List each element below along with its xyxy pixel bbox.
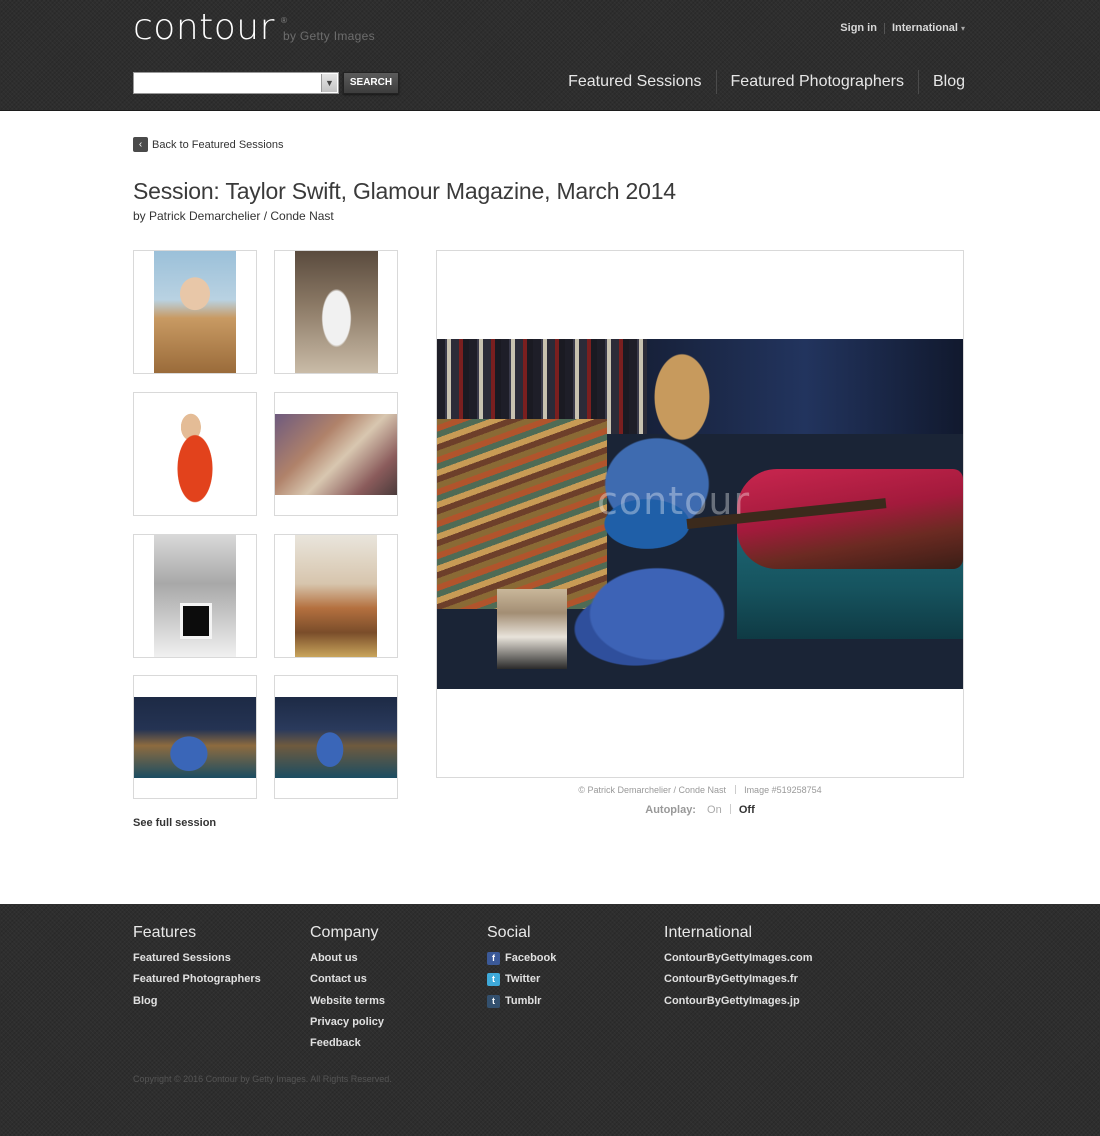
photo-thumbnail <box>295 251 378 373</box>
footer-link-jp[interactable]: ContourByGettyImages.jp <box>664 991 813 1012</box>
main-nav: Featured Sessions Featured Photographers… <box>554 70 965 94</box>
photo-thumbnail <box>154 535 236 657</box>
skirt-shape <box>547 539 767 689</box>
site-header: contour ® by Getty Images Sign in Intern… <box>0 0 1100 111</box>
footer-heading: Social <box>487 924 531 941</box>
sign-in-link[interactable]: Sign in <box>840 22 877 34</box>
nav-featured-sessions[interactable]: Featured Sessions <box>554 70 715 94</box>
nav-blog[interactable]: Blog <box>917 70 965 94</box>
search-dropdown-toggle[interactable]: ▼ <box>321 74 337 92</box>
image-viewer[interactable]: contour <box>436 250 964 778</box>
tumblr-icon: t <box>487 994 500 1008</box>
footer-link-about[interactable]: About us <box>310 948 385 969</box>
photo-thumbnail <box>134 697 256 778</box>
international-dropdown[interactable]: International <box>892 22 958 34</box>
footer-link-featured-photographers[interactable]: Featured Photographers <box>133 969 261 990</box>
thumbnail-1[interactable] <box>133 250 257 374</box>
page-title: Session: Taylor Swift, Glamour Magazine,… <box>133 178 676 204</box>
hair-shape <box>637 339 727 474</box>
photo-thumbnail <box>295 535 377 657</box>
footer-column-company: Company About us Contact us Website term… <box>310 924 385 1054</box>
chevron-down-icon: ▼ <box>325 78 334 88</box>
thumbnail-7[interactable] <box>133 675 257 799</box>
autoplay-control: Autoplay: On Off <box>436 804 964 816</box>
footer-link-website-terms[interactable]: Website terms <box>310 991 385 1012</box>
thumbnail-3[interactable] <box>133 392 257 516</box>
site-footer: Features Featured Sessions Featured Phot… <box>0 904 1100 1136</box>
footer-link-label: Twitter <box>505 973 541 986</box>
footer-heading: International <box>664 924 753 941</box>
contour-logo[interactable]: contour <box>133 6 275 50</box>
chevron-down-icon: ▾ <box>960 23 965 33</box>
polaroid-shape <box>180 603 212 639</box>
autoplay-off-toggle[interactable]: Off <box>739 804 755 816</box>
footer-link-com[interactable]: ContourByGettyImages.com <box>664 948 813 969</box>
twitter-icon: t <box>487 973 500 987</box>
thumbnail-8[interactable] <box>274 675 398 799</box>
back-link-label: Back to Featured Sessions <box>152 138 284 151</box>
search-button[interactable]: SEARCH <box>343 72 399 94</box>
thumbnail-5[interactable] <box>133 534 257 658</box>
footer-link-twitter[interactable]: t Twitter <box>487 969 556 990</box>
image-id: Image #519258754 <box>744 785 822 795</box>
divider <box>734 785 736 794</box>
facebook-icon: f <box>487 952 500 966</box>
chevron-left-icon: ‹ <box>133 137 148 152</box>
photo-thumbnail <box>275 697 397 778</box>
camera-shape <box>497 589 567 669</box>
image-caption: © Patrick Demarchelier / Conde Nast Imag… <box>436 785 964 795</box>
footer-link-contact[interactable]: Contact us <box>310 969 385 990</box>
divider <box>729 804 731 814</box>
back-link[interactable]: ‹ Back to Featured Sessions <box>133 137 283 152</box>
photo-credit: © Patrick Demarchelier / Conde Nast <box>578 785 727 795</box>
thumbnail-2[interactable] <box>274 250 398 374</box>
copyright-text: Copyright © 2016 Contour by Getty Images… <box>133 1074 392 1084</box>
nav-featured-photographers[interactable]: Featured Photographers <box>715 70 918 94</box>
photographer-byline: by Patrick Demarchelier / Conde Nast <box>133 209 334 223</box>
footer-link-tumblr[interactable]: t Tumblr <box>487 991 556 1012</box>
search-input[interactable]: ▼ <box>133 72 339 94</box>
footer-link-fr[interactable]: ContourByGettyImages.fr <box>664 969 813 990</box>
footer-link-privacy[interactable]: Privacy policy <box>310 1012 385 1033</box>
contour-watermark: contour <box>597 479 751 523</box>
footer-link-label: Facebook <box>505 952 557 964</box>
photo-thumbnail <box>154 251 236 373</box>
footer-link-facebook[interactable]: f Facebook <box>487 948 556 969</box>
see-full-session-link[interactable]: See full session <box>133 817 216 829</box>
main-photo: contour <box>437 339 963 689</box>
logo-tagline: by Getty Images <box>283 29 375 43</box>
thumbnail-6[interactable] <box>274 534 398 658</box>
thumbnail-4[interactable] <box>274 392 398 516</box>
footer-column-features: Features Featured Sessions Featured Phot… <box>133 924 261 1012</box>
photo-thumbnail <box>154 393 236 515</box>
footer-heading: Company <box>310 924 379 941</box>
footer-heading: Features <box>133 924 197 941</box>
photo-thumbnail <box>275 414 397 495</box>
footer-column-social: Social f Facebook t Twitter t Tumblr <box>487 924 556 1012</box>
autoplay-label: Autoplay: <box>645 804 696 816</box>
footer-column-international: International ContourByGettyImages.com C… <box>664 924 813 1012</box>
registered-mark: ® <box>281 16 287 25</box>
autoplay-on-toggle[interactable]: On <box>707 804 722 816</box>
account-links: Sign in International ▾ <box>840 22 965 34</box>
divider <box>883 22 885 34</box>
footer-link-featured-sessions[interactable]: Featured Sessions <box>133 948 261 969</box>
footer-link-feedback[interactable]: Feedback <box>310 1033 385 1054</box>
footer-link-blog[interactable]: Blog <box>133 991 261 1012</box>
footer-link-label: Tumblr <box>505 994 542 1007</box>
